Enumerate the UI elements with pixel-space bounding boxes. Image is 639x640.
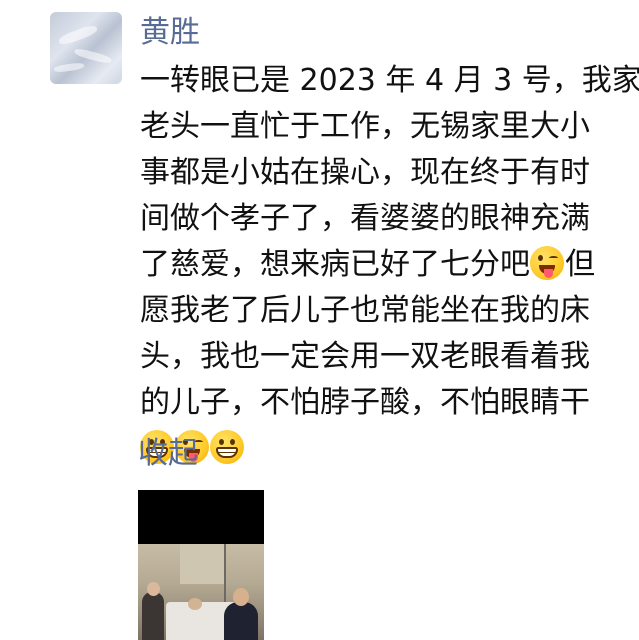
- author-name[interactable]: 黄胜: [140, 13, 200, 53]
- post-line: 事都是小姑在操心，现在终于有时: [140, 155, 590, 190]
- post-line-text: 了慈爱，想来病已好了七分吧: [140, 247, 530, 282]
- post-line: 头，我也一定会用一双老眼看着我: [140, 339, 590, 374]
- post-text: 一转眼已是 2023 年 4 月 3 号，我家 老头一直忙于工作，无锡家里大小 …: [140, 58, 639, 472]
- collapse-link[interactable]: 收起: [138, 434, 198, 474]
- post-line: 的儿子，不怕脖子酸，不怕眼睛干: [140, 385, 590, 420]
- post-line-with-emoji: 了慈爱，想来病已好了七分吧但: [140, 242, 610, 288]
- post-line: 一转眼已是 2023 年 4 月 3 号，我家: [140, 63, 639, 98]
- avatar[interactable]: [50, 12, 122, 84]
- post-line: 老头一直忙于工作，无锡家里大小: [140, 109, 590, 144]
- post-photo[interactable]: [138, 490, 264, 640]
- post-line-tail: 但: [565, 247, 595, 282]
- post-line: 愿我老了后儿子也常能坐在我的床: [140, 293, 590, 328]
- wink-tongue-emoji-icon: [530, 246, 564, 280]
- post-line: 间做个孝子了，看婆婆的眼神充满: [140, 201, 590, 236]
- hospital-scene: [138, 544, 264, 640]
- grin-emoji-icon: [210, 430, 244, 464]
- emoji-row: [140, 426, 610, 472]
